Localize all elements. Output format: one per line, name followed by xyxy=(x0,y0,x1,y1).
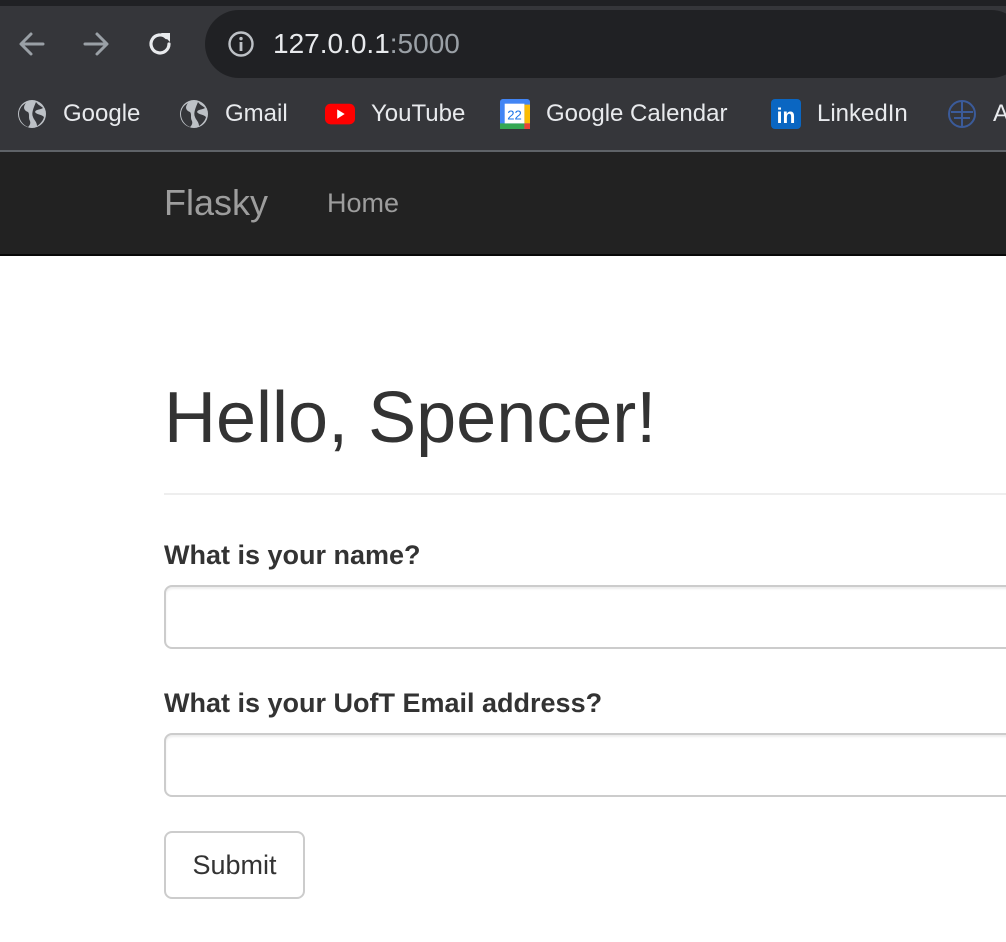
globe-icon xyxy=(179,99,209,129)
app-navbar: Flasky Home xyxy=(0,152,1006,256)
reload-button[interactable] xyxy=(142,26,178,62)
email-input[interactable] xyxy=(164,733,1006,797)
bookmarks-bar: Google Gmail YouTube 22 Google Calendar … xyxy=(0,90,1006,138)
linkedin-icon: in xyxy=(771,99,801,129)
site-info-icon[interactable] xyxy=(227,30,255,58)
bookmark-linkedin[interactable]: in LinkedIn xyxy=(771,90,908,138)
browser-chrome: 127.0.0.1:5000 Google Gmail YouTube 22 G… xyxy=(0,0,1006,152)
calendar-day-text: 22 xyxy=(507,108,522,123)
bookmark-google[interactable]: Google xyxy=(17,90,140,138)
bookmark-label: Google Calendar xyxy=(546,100,728,127)
bookmark-youtube[interactable]: YouTube xyxy=(325,90,465,138)
bookmark-label: LinkedIn xyxy=(817,100,908,127)
globe-icon xyxy=(17,99,47,129)
forward-button[interactable] xyxy=(78,26,114,62)
back-arrow-icon xyxy=(19,32,45,56)
url-host: 127.0.0.1 xyxy=(273,28,390,59)
url-port: :5000 xyxy=(389,28,460,59)
page-header-divider xyxy=(164,493,1006,495)
bookmark-label: A xyxy=(993,100,1006,127)
forward-arrow-icon xyxy=(83,32,109,56)
bookmark-label: Google xyxy=(63,100,141,127)
page-title: Hello, Spencer! xyxy=(164,378,657,458)
google-calendar-icon: 22 xyxy=(500,99,530,129)
name-field-label: What is your name? xyxy=(164,540,421,570)
bookmark-label: Gmail xyxy=(225,100,288,127)
bookmark-gmail[interactable]: Gmail xyxy=(179,90,288,138)
globe-icon xyxy=(947,99,977,129)
name-input[interactable] xyxy=(164,585,1006,649)
navbar-brand[interactable]: Flasky xyxy=(164,182,268,224)
bookmark-label: YouTube xyxy=(371,100,466,127)
email-field-label: What is your UofT Email address? xyxy=(164,688,603,718)
youtube-icon xyxy=(325,99,355,129)
submit-button[interactable]: Submit xyxy=(164,831,305,899)
reload-icon xyxy=(149,33,171,55)
bookmark-google-calendar[interactable]: 22 Google Calendar xyxy=(500,90,727,138)
linkedin-icon-text: in xyxy=(777,105,796,128)
nav-item-home[interactable]: Home xyxy=(327,186,399,220)
url-text[interactable]: 127.0.0.1:5000 xyxy=(273,27,460,61)
back-button[interactable] xyxy=(14,26,50,62)
bookmark-partial[interactable]: A xyxy=(947,90,1006,138)
tab-strip-edge xyxy=(0,0,1006,6)
address-bar[interactable]: 127.0.0.1:5000 xyxy=(205,10,1006,78)
